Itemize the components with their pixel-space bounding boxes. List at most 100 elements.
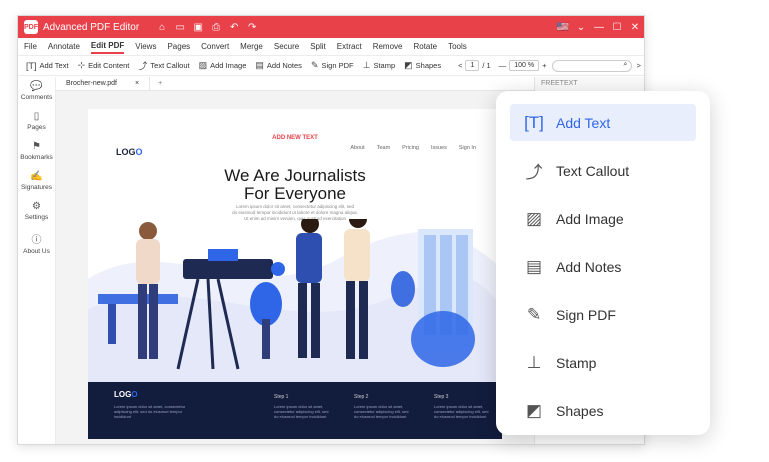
tool-add-text[interactable]: [T] Add Text [26,61,69,71]
sidebar-item-label: About Us [23,248,50,255]
undo-icon[interactable]: ↶ [225,22,243,33]
page-footer: LOGO Lorem ipsum dolor sit amet, consect… [88,382,502,439]
menu-convert[interactable]: Convert [201,40,229,53]
logo-accent: O [135,147,143,157]
add-text-icon: [T] [26,60,37,71]
popup-shapes[interactable]: ◩ Shapes [510,392,696,429]
app-logo-icon: PDF [24,20,38,34]
menu-file[interactable]: File [24,40,37,53]
menu-edit-pdf[interactable]: Edit PDF [90,39,125,54]
tool-label: Stamp [373,61,396,70]
menu-secure[interactable]: Secure [274,40,299,53]
close-icon[interactable]: ✕ [626,22,644,33]
popup-item-label: Text Callout [556,162,630,179]
menu-merge[interactable]: Merge [240,40,263,53]
footer-step-1: Step 1 [274,394,289,400]
tool-text-callout[interactable]: ⤴ Text Callout [138,59,189,72]
menu-extract[interactable]: Extract [337,40,362,53]
footer-text: Lorem ipsum dolor sit amet, consectetur … [434,404,489,419]
tool-label: Shapes [415,61,442,70]
menu-annotate[interactable]: Annotate [48,40,80,53]
add-notes-icon: ▤ [525,256,543,276]
search-input[interactable]: ⌕ [552,59,633,72]
sidebar-item-label: Bookmarks [20,154,53,161]
maximize-icon[interactable]: ☐ [608,22,626,33]
added-text-annotation[interactable]: ADD NEW TEXT [88,135,502,141]
tab-brocher-new[interactable]: Brocher-new.pdf × [56,76,151,91]
sidebar-item-signatures[interactable]: ✍ Signatures [21,171,52,191]
tool-edit-content[interactable]: ⊹ Edit Content [78,60,130,71]
pdf-page[interactable]: ADD NEW TEXT LOGO About Team Pricing Iss… [88,109,502,439]
text-callout-icon: ⤴ [525,163,543,182]
footer-logo: LOGO [114,390,138,399]
bookmark-icon: ⚑ [32,141,41,152]
redo-icon[interactable]: ↷ [243,22,261,33]
page-nav-item: Pricing [402,145,419,151]
new-tab-button[interactable]: + [158,80,162,87]
prev-page-button[interactable]: < [458,61,462,70]
sidebar-item-pages[interactable]: ▯ Pages [27,111,45,131]
journalists-illustration [88,219,502,384]
tool-stamp[interactable]: ⊥ Stamp [363,60,396,71]
popup-item-label: Shapes [556,402,604,419]
menu-views[interactable]: Views [135,40,156,53]
add-image-icon: ▨ [198,60,208,70]
popup-text-callout[interactable]: ⤴ Text Callout [510,152,696,189]
sidebar-item-comments[interactable]: 💬 Comments [21,81,52,101]
popup-stamp[interactable]: ⊥ Stamp [510,344,696,381]
stamp-icon: ⊥ [362,60,371,70]
save-icon[interactable]: ▣ [189,22,207,33]
tool-shapes[interactable]: ◩ Shapes [404,60,441,71]
zoom-out-button[interactable]: — [499,61,507,70]
app-title: Advanced PDF Editor [43,21,140,33]
popup-add-image[interactable]: ▨ Add Image [510,200,696,237]
edit-tools-popup: [T] Add Text ⤴ Text Callout ▨ Add Image … [496,91,710,435]
sidebar-item-label: Comments [20,94,53,101]
tool-label: Add Notes [266,61,302,70]
menu-pages[interactable]: Pages [167,40,190,53]
folder-icon[interactable]: ▭ [171,22,189,33]
menu-tools[interactable]: Tools [448,40,467,53]
text-callout-icon: ⤴ [138,61,148,71]
tool-label: Add Text [39,61,69,70]
tab-close-icon[interactable]: × [135,80,139,87]
sidebar-item-bookmarks[interactable]: ⚑ Bookmarks [20,141,53,161]
language-flag-icon[interactable]: 🇺🇸 [554,22,572,33]
sidebar-item-label: Signatures [20,184,53,191]
tool-label: Add Image [210,61,247,70]
sidebar-item-about-us[interactable]: ⓘ About Us [23,231,50,255]
sign-pdf-icon: ✎ [526,304,542,324]
menu-split[interactable]: Split [310,40,326,53]
home-icon[interactable]: ⌂ [153,22,171,33]
page-headline: We Are Journalists For Everyone [88,167,502,203]
popup-sign-pdf[interactable]: ✎ Sign PDF [510,296,696,333]
tool-add-image[interactable]: ▨ Add Image [199,60,247,71]
page-nav-item: About [350,145,365,151]
next-result-button[interactable]: > [636,61,640,70]
sidebar-item-label: Settings [24,214,49,221]
zoom-in-button[interactable]: + [542,61,546,70]
title-bar: PDF Advanced PDF Editor ⌂ ▭ ▣ ⎙ ↶ ↷ 🇺🇸 ⌄… [18,16,644,38]
footer-text: Lorem ipsum dolor sit amet, consectetur … [114,404,186,419]
menu-remove[interactable]: Remove [373,40,403,53]
headline-line-1: We Are Journalists [224,166,366,185]
footer-step-3: Step 3 [434,394,449,400]
page-total: / 1 [482,61,491,70]
sign-pdf-icon: ✎ [310,60,319,70]
popup-add-notes[interactable]: ▤ Add Notes [510,248,696,285]
page-logo: LOGO [116,147,143,157]
zoom-level-input[interactable]: 100 % [509,60,540,71]
minimize-icon[interactable]: — [590,22,608,33]
sidebar-item-settings[interactable]: ⚙ Settings [25,201,49,221]
print-icon[interactable]: ⎙ [207,22,225,33]
popup-item-label: Sign PDF [556,306,616,323]
popup-add-text[interactable]: [T] Add Text [510,104,696,141]
shapes-icon: ◩ [404,60,413,70]
chevron-down-icon[interactable]: ⌄ [572,22,590,33]
tool-sign-pdf[interactable]: ✎ Sign PDF [311,60,354,71]
tool-add-notes[interactable]: ▤ Add Notes [255,60,302,71]
page-number-input[interactable]: 1 [465,60,480,71]
menu-rotate[interactable]: Rotate [413,40,437,53]
footer-step-2: Step 2 [354,394,369,400]
info-icon: ⓘ [31,235,42,246]
